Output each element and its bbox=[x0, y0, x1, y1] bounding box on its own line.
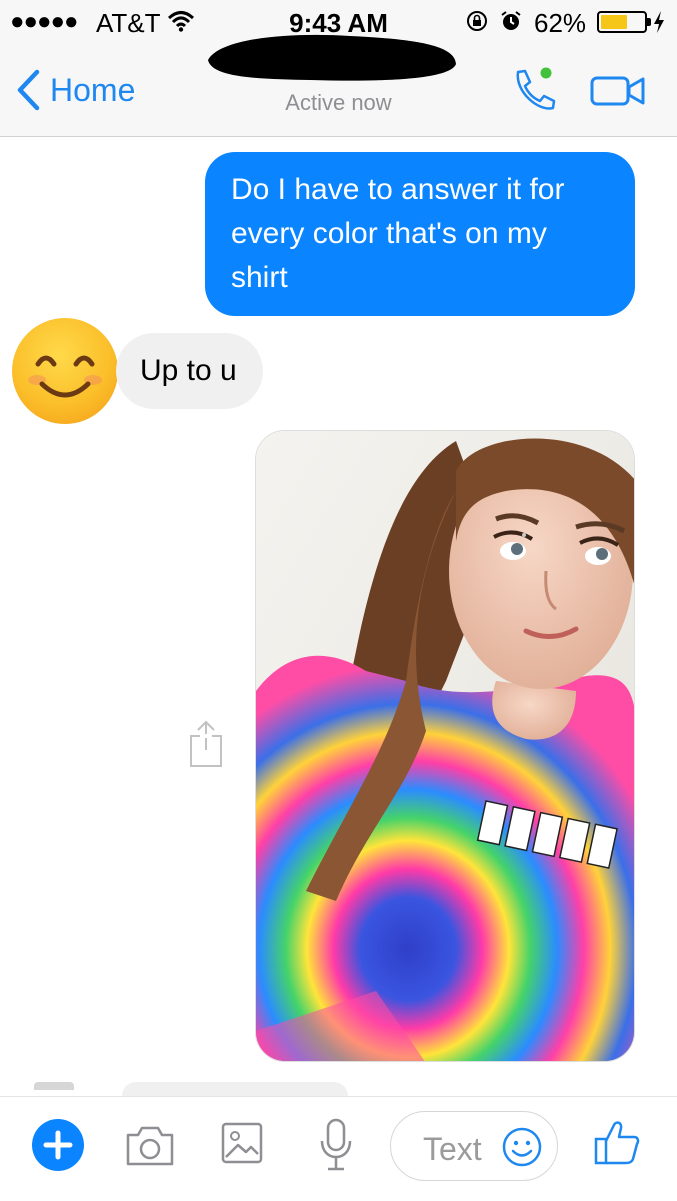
conversation-header: Home Active now bbox=[0, 34, 677, 137]
message-input[interactable]: Text bbox=[390, 1111, 558, 1181]
more-options-button[interactable] bbox=[32, 1119, 84, 1171]
battery-icon bbox=[597, 11, 651, 33]
thumbs-up-icon bbox=[594, 1121, 640, 1165]
contact-name-redacted bbox=[208, 34, 456, 81]
partial-message bbox=[122, 1082, 348, 1096]
photo-message[interactable] bbox=[255, 430, 635, 1062]
video-call-button[interactable] bbox=[589, 72, 647, 110]
plus-icon bbox=[43, 1130, 73, 1160]
gallery-button[interactable] bbox=[220, 1121, 264, 1165]
online-indicator bbox=[540, 67, 552, 79]
emoji-icon[interactable] bbox=[501, 1126, 543, 1168]
outgoing-message[interactable]: Do I have to answer it for every color t… bbox=[205, 152, 635, 316]
camera-icon bbox=[126, 1126, 174, 1166]
battery-percent: 62% bbox=[534, 8, 587, 38]
message-composer: Text bbox=[0, 1096, 677, 1201]
camera-button[interactable] bbox=[124, 1121, 176, 1169]
share-button[interactable] bbox=[188, 720, 224, 768]
smiling-emoji-avatar bbox=[12, 318, 118, 424]
voice-message-button[interactable] bbox=[318, 1117, 354, 1173]
like-button[interactable] bbox=[592, 1117, 642, 1167]
charging-icon bbox=[652, 10, 666, 39]
alarm-icon bbox=[500, 10, 522, 32]
incoming-message[interactable]: Up to u bbox=[116, 333, 263, 409]
message-input-placeholder: Text bbox=[423, 1131, 482, 1167]
image-icon bbox=[221, 1122, 263, 1164]
active-status: Active now bbox=[285, 90, 392, 115]
video-camera-icon bbox=[590, 76, 645, 106]
phone-icon bbox=[516, 67, 556, 110]
rotation-lock-icon bbox=[466, 10, 488, 32]
share-icon bbox=[190, 720, 222, 767]
voice-call-button[interactable] bbox=[509, 66, 557, 114]
battery-level bbox=[601, 15, 628, 29]
microphone-icon bbox=[320, 1118, 352, 1171]
selfie-photo bbox=[256, 431, 634, 1061]
partial-avatar bbox=[34, 1082, 74, 1090]
